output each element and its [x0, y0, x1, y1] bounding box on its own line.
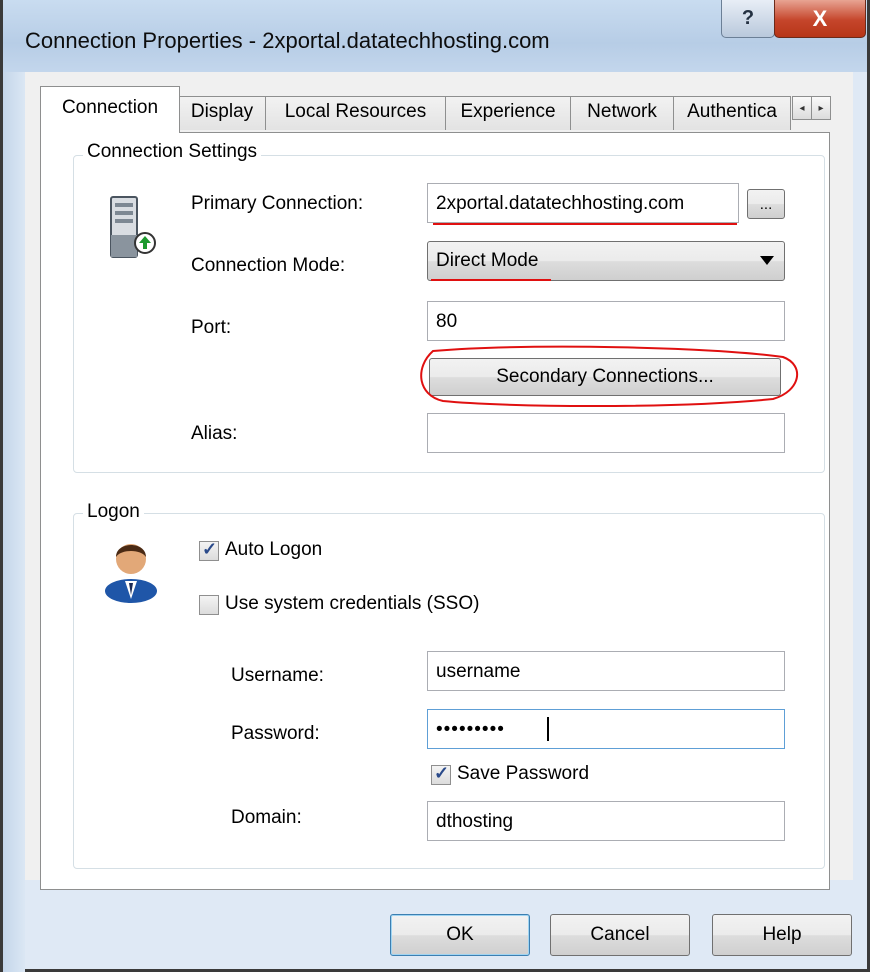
primary-connection-input[interactable]: 2xportal.datatechhosting.com — [427, 183, 739, 223]
close-button[interactable]: X — [774, 0, 866, 38]
auto-logon-label: Auto Logon — [225, 539, 323, 560]
save-password-label: Save Password — [457, 763, 590, 784]
domain-label: Domain: — [231, 807, 302, 828]
tab-label: Display — [190, 101, 254, 122]
tab-label: Network — [587, 101, 657, 122]
window-frame — [3, 72, 25, 972]
password-input[interactable]: ••••••••• — [427, 709, 785, 749]
tab-label: Experience — [460, 101, 556, 122]
cancel-button[interactable]: Cancel — [550, 914, 690, 956]
save-password-checkbox[interactable]: ✓ — [431, 763, 451, 785]
browse-button[interactable]: ... — [747, 189, 785, 219]
tab-page-connection: Connection Settings Primary Connection: … — [40, 132, 830, 890]
help-icon: ? — [741, 7, 755, 29]
connection-mode-label: Connection Mode: — [191, 255, 346, 276]
auto-logon-checkbox[interactable]: ✓ — [199, 539, 219, 561]
sso-label: Use system credentials (SSO) — [225, 593, 480, 614]
tab-scroll-right-button[interactable]: ▸ — [811, 96, 831, 120]
annotation-underline-mode — [431, 279, 551, 281]
tab-scroll-left-button[interactable]: ◂ — [792, 96, 812, 120]
port-label: Port: — [191, 317, 232, 338]
logon-title: Logon — [83, 501, 144, 523]
alias-label: Alias: — [191, 423, 238, 444]
connection-mode-value: Direct Mode — [436, 250, 539, 271]
ok-button[interactable]: OK — [390, 914, 530, 956]
tab-authentication[interactable]: Authentica — [673, 96, 791, 130]
chevron-down-icon — [760, 256, 774, 265]
tab-strip: Connection Display Local Resources Exper… — [40, 86, 831, 133]
tab-label: Connection — [61, 97, 159, 118]
username-label: Username: — [231, 665, 324, 686]
connection-settings-title: Connection Settings — [83, 141, 262, 163]
port-input[interactable]: 80 — [427, 301, 785, 341]
window-title: Connection Properties - 2xportal.datatec… — [25, 28, 550, 53]
title-bar[interactable]: Connection Properties - 2xportal.datatec… — [3, 0, 867, 72]
tab-local-resources[interactable]: Local Resources — [265, 96, 446, 130]
tab-connection[interactable]: Connection — [40, 86, 180, 133]
primary-connection-label: Primary Connection: — [191, 193, 364, 214]
password-label: Password: — [231, 723, 320, 744]
password-value: ••••••••• — [436, 719, 505, 740]
alias-input[interactable] — [427, 413, 785, 453]
user-icon — [103, 537, 159, 603]
checkmark-icon: ✓ — [434, 763, 450, 783]
connection-mode-select[interactable]: Direct Mode — [427, 241, 785, 281]
domain-input[interactable]: dthosting — [427, 801, 785, 841]
sso-checkbox[interactable] — [199, 595, 219, 615]
checkmark-icon: ✓ — [202, 539, 218, 559]
tab-network[interactable]: Network — [570, 96, 674, 130]
annotation-circle — [413, 345, 803, 416]
server-icon — [107, 195, 163, 265]
tab-display[interactable]: Display — [178, 96, 266, 130]
help-title-button[interactable]: ? — [721, 0, 775, 38]
close-icon: X — [812, 5, 828, 31]
help-button[interactable]: Help — [712, 914, 852, 956]
text-caret — [547, 717, 549, 741]
tab-label: Local Resources — [284, 101, 427, 122]
arrow-left-icon: ◂ — [799, 102, 805, 114]
arrow-right-icon: ▸ — [818, 102, 824, 114]
username-input[interactable]: username — [427, 651, 785, 691]
tab-label: Authentica — [687, 101, 777, 122]
tab-experience[interactable]: Experience — [445, 96, 571, 130]
annotation-underline-primary — [433, 223, 737, 225]
